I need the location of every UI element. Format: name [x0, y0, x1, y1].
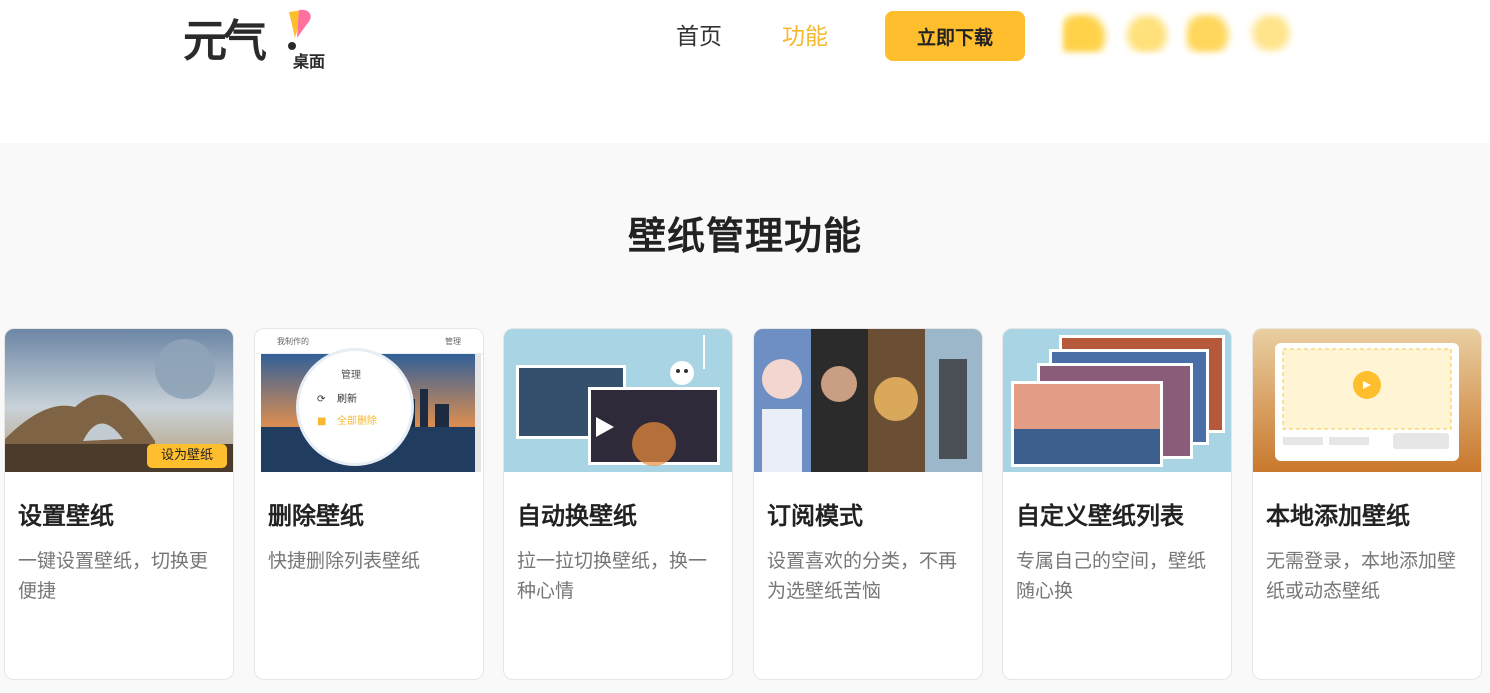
card-image-auto-change	[504, 329, 732, 472]
features-section: 壁纸管理功能 设为壁纸 设置壁纸 一键设置壁纸，切换更便捷 我制作的 管理 管理…	[0, 143, 1490, 693]
trash-icon: ■	[317, 416, 327, 427]
nav-home[interactable]: 首页	[676, 20, 722, 54]
card-title: 设置壁纸	[18, 502, 114, 530]
blurred-icon-2[interactable]	[1124, 14, 1170, 52]
site-header: 元气 桌面 首页 功能 立即下载	[0, 0, 1490, 143]
category-strips-illustration	[754, 329, 982, 472]
logo-text: 元气	[183, 16, 267, 67]
card-title: 删除壁纸	[268, 502, 364, 530]
card-image-custom-list	[1003, 329, 1231, 472]
local-upload-illustration	[1253, 329, 1481, 472]
card-title: 本地添加壁纸	[1266, 502, 1410, 530]
section-title-wrap: 壁纸管理功能	[0, 211, 1490, 261]
logo-mark-icon	[281, 8, 317, 52]
set-wallpaper-tag: 设为壁纸	[147, 444, 227, 468]
card-description: 专属自己的空间，壁纸随心换	[1016, 550, 1207, 602]
nav-features[interactable]: 功能	[782, 20, 828, 54]
mini-tab-label: 我制作的	[277, 337, 309, 346]
card-description: 快捷删除列表壁纸	[268, 550, 421, 572]
popup-manage-label: 管理	[341, 370, 361, 381]
mini-manage-label: 管理	[445, 337, 461, 346]
mini-toolbar: 我制作的 管理	[255, 329, 483, 354]
popup-refresh-label: 刷新	[337, 394, 357, 405]
logo-subtext: 桌面	[293, 52, 326, 71]
feature-card-subscribe[interactable]: 订阅模式 设置喜欢的分类，不再为选壁纸苦恼	[753, 328, 983, 680]
card-image-set-wallpaper: 设为壁纸	[5, 329, 233, 472]
download-button[interactable]: 立即下载	[885, 11, 1025, 61]
card-image-local-add	[1253, 329, 1481, 472]
popup-delete-all-label: 全部删除	[337, 416, 377, 427]
blurred-icon-4[interactable]	[1248, 14, 1294, 52]
feature-card-local-add[interactable]: 本地添加壁纸 无需登录，本地添加壁纸或动态壁纸	[1252, 328, 1482, 680]
card-description: 拉一拉切换壁纸，换一种心情	[517, 550, 708, 602]
blurred-icon-1[interactable]	[1063, 14, 1109, 52]
feature-card-set-wallpaper[interactable]: 设为壁纸 设置壁纸 一键设置壁纸，切换更便捷	[4, 328, 234, 680]
card-title: 订阅模式	[767, 502, 863, 530]
stacked-wallpapers-illustration	[1003, 329, 1231, 472]
feature-card-auto-change[interactable]: 自动换壁纸 拉一拉切换壁纸，换一种心情	[503, 328, 733, 680]
feature-card-custom-list[interactable]: 自定义壁纸列表 专属自己的空间，壁纸随心换	[1002, 328, 1232, 680]
card-description: 设置喜欢的分类，不再为选壁纸苦恼	[767, 550, 958, 602]
feature-cards: 设为壁纸 设置壁纸 一键设置壁纸，切换更便捷 我制作的 管理 管理 ⟳ 刷新 ■…	[0, 328, 1490, 680]
card-title: 自动换壁纸	[517, 502, 637, 530]
section-title-text: 壁纸管理功能	[627, 214, 862, 258]
blurred-icon-3[interactable]	[1186, 14, 1232, 52]
card-title: 自定义壁纸列表	[1016, 502, 1184, 530]
section-title: 壁纸管理功能	[619, 211, 871, 261]
card-image-subscribe	[754, 329, 982, 472]
card-description: 一键设置壁纸，切换更便捷	[18, 550, 209, 602]
card-image-delete-wallpaper: 我制作的 管理 管理 ⟳ 刷新 ■ 全部删除	[255, 329, 483, 472]
refresh-icon: ⟳	[317, 394, 326, 405]
logo[interactable]: 元气 桌面	[183, 8, 333, 72]
auto-switch-illustration	[504, 329, 732, 472]
feature-card-delete-wallpaper[interactable]: 我制作的 管理 管理 ⟳ 刷新 ■ 全部删除 删除壁纸 快捷删除列表壁纸	[254, 328, 484, 680]
manage-popup: 管理 ⟳ 刷新 ■ 全部删除	[299, 351, 411, 463]
card-description: 无需登录，本地添加壁纸或动态壁纸	[1266, 550, 1457, 602]
